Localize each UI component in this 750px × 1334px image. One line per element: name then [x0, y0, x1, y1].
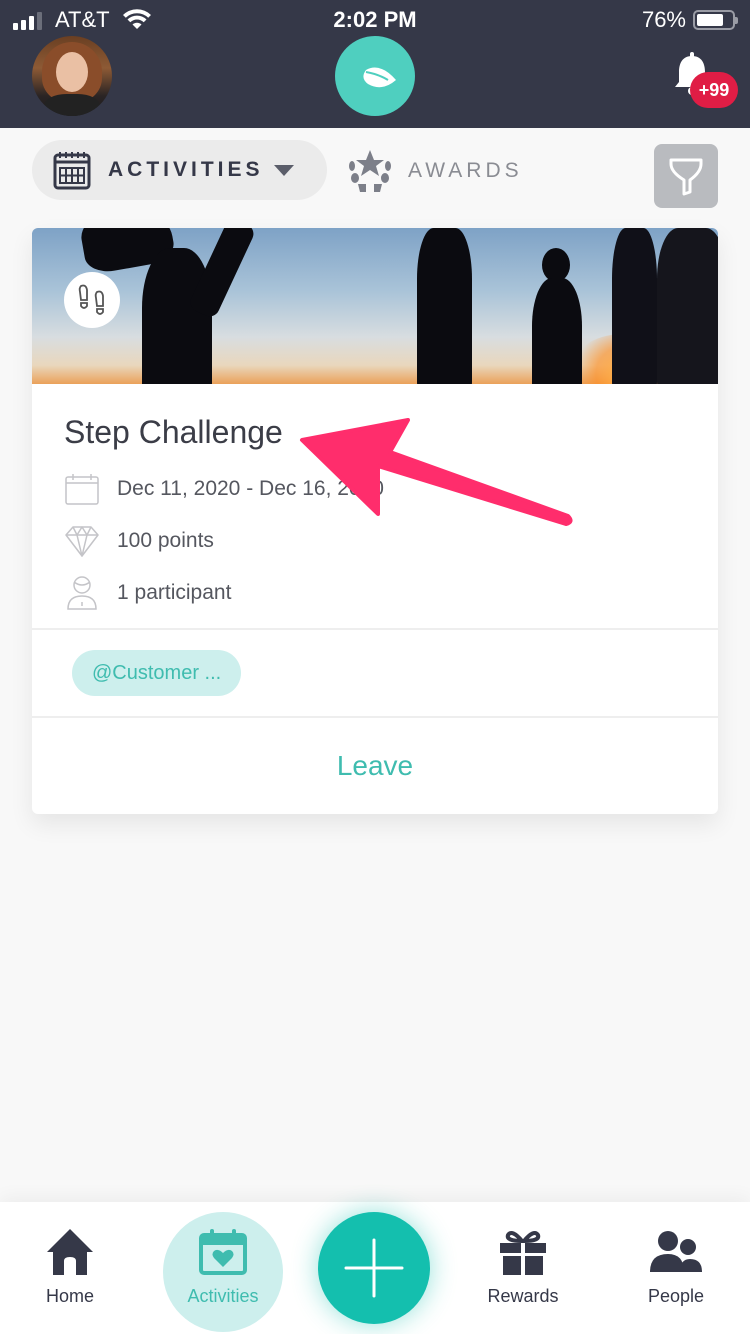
- leave-button[interactable]: Leave: [32, 718, 718, 814]
- diamond-icon: [65, 526, 99, 557]
- tab-awards[interactable]: AWARDS: [346, 148, 523, 194]
- plus-icon: [344, 1238, 404, 1298]
- calendar-heart-icon: [199, 1229, 247, 1275]
- nav-label-people: People: [647, 1286, 705, 1306]
- battery-icon: [693, 10, 738, 30]
- add-activity-button[interactable]: [318, 1212, 430, 1324]
- participants-row: 1 participant: [64, 576, 686, 610]
- status-bar: AT&T 2:02 PM 76%: [0, 0, 750, 40]
- calendar-icon: [53, 152, 91, 190]
- filter-icon: [669, 158, 703, 196]
- tag-list: @Customer ...: [32, 630, 718, 716]
- nav-item-rewards[interactable]: Rewards: [463, 1202, 583, 1334]
- gift-icon: [500, 1231, 546, 1275]
- chevron-down-icon: [273, 164, 294, 176]
- award-laurel-icon: [349, 150, 391, 192]
- nav-item-activities[interactable]: Activities: [163, 1202, 283, 1334]
- footprints-icon: [78, 284, 104, 315]
- notifications-badge[interactable]: +99: [690, 72, 738, 108]
- view-tabs: ACTIVITIES AWARDS: [0, 128, 750, 224]
- nav-label-rewards: Rewards: [487, 1286, 559, 1306]
- points: 100 points: [117, 529, 214, 552]
- people-icon: [650, 1231, 702, 1272]
- participants: 1 participant: [117, 581, 232, 604]
- clock: 2:02 PM: [333, 7, 417, 32]
- app-header: AT&T 2:02 PM 76% +99: [0, 0, 750, 128]
- leaf-logo-button[interactable]: [335, 36, 415, 116]
- annotation-arrow-icon: [300, 418, 573, 526]
- nav-label-home: Home: [45, 1286, 94, 1306]
- nav-label-activities: Activities: [187, 1286, 259, 1306]
- battery-percent: 76%: [641, 7, 686, 32]
- leaf-icon: [354, 64, 396, 88]
- tag-chip[interactable]: @Customer ...: [72, 650, 242, 696]
- nav-item-home[interactable]: Home: [10, 1202, 130, 1334]
- filter-button[interactable]: [654, 144, 718, 208]
- activity-hero-image: [32, 228, 718, 384]
- tab-activities[interactable]: ACTIVITIES: [32, 140, 327, 200]
- participant-icon: [67, 576, 97, 610]
- nav-item-people[interactable]: People: [616, 1202, 736, 1334]
- category-badge: [64, 272, 120, 328]
- tab-activities-label: ACTIVITIES: [108, 158, 264, 181]
- tab-awards-label: AWARDS: [408, 159, 523, 182]
- home-icon: [47, 1229, 93, 1275]
- user-avatar[interactable]: [32, 36, 112, 116]
- calendar-outline-icon: [65, 474, 99, 505]
